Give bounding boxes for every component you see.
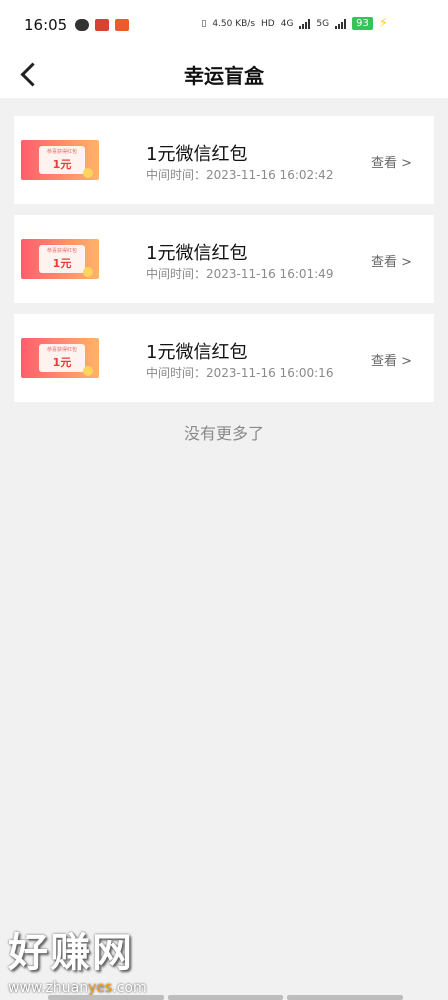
watermark-url: www.zhuanyes.com bbox=[8, 980, 208, 996]
view-link[interactable]: 查看 > bbox=[371, 350, 412, 369]
thumb-caption: 恭喜获得红包 bbox=[46, 347, 77, 353]
prize-name: 1元微信红包 bbox=[146, 144, 248, 165]
prize-time: 中间时间：2023-11-16 16:01:49 bbox=[146, 267, 334, 281]
thumb-amount: 1元 bbox=[52, 158, 72, 171]
signal-5g-icon bbox=[335, 18, 347, 29]
prize-name: 1元微信红包 bbox=[146, 342, 248, 363]
notification-icons bbox=[75, 19, 130, 31]
thumb-caption: 恭喜获得红包 bbox=[46, 149, 77, 155]
gesture-segment bbox=[167, 995, 284, 1000]
watermark-url-left: www.zhuan bbox=[8, 980, 89, 996]
battery-level: 93 bbox=[352, 17, 373, 30]
watermark-url-mid: yes bbox=[88, 980, 113, 996]
watermark-title: 好赚网 bbox=[8, 930, 134, 976]
coin-icon bbox=[83, 366, 93, 376]
thumb-caption: 恭喜获得红包 bbox=[46, 248, 77, 254]
page-title: 幸运盲盒 bbox=[184, 63, 264, 88]
top-nav: 幸运盲盒 bbox=[0, 50, 448, 98]
watermark-url-right: .com bbox=[112, 980, 147, 996]
prize-time: 中间时间：2023-11-16 16:02:42 bbox=[146, 168, 334, 182]
prize-name: 1元微信红包 bbox=[146, 243, 248, 264]
vibrate-icon: ▯ bbox=[201, 18, 207, 29]
watermark: 好赚网 www.zhuanyes.com bbox=[8, 920, 208, 996]
thumb-amount: 1元 bbox=[52, 356, 72, 369]
prize-time: 中间时间：2023-11-16 16:00:16 bbox=[146, 366, 334, 380]
system-indicators: ▯ 4.50 KB/s HD 4G 5G 93 ⚡ bbox=[201, 16, 388, 31]
red-packet-thumbnail: 恭喜获得红包 1元 bbox=[21, 239, 99, 279]
list-item[interactable]: 恭喜获得红包 1元 1元微信红包 中间时间：2023-11-16 16:02:4… bbox=[14, 116, 434, 204]
shop-notification-icon bbox=[115, 19, 130, 31]
signal-4g-icon bbox=[299, 18, 311, 29]
red-packet-thumbnail: 恭喜获得红包 1元 bbox=[21, 338, 99, 378]
view-link[interactable]: 查看 > bbox=[371, 251, 412, 270]
app-notification-icon bbox=[95, 19, 110, 31]
net-5g-label: 5G bbox=[316, 18, 330, 29]
gesture-segment bbox=[48, 995, 164, 1000]
network-speed: 4.50 KB/s bbox=[212, 18, 256, 29]
list-item[interactable]: 恭喜获得红包 1元 1元微信红包 中间时间：2023-11-16 16:01:4… bbox=[14, 215, 434, 303]
view-link[interactable]: 查看 > bbox=[371, 152, 412, 171]
gesture-bar[interactable] bbox=[48, 995, 404, 1000]
list-item[interactable]: 恭喜获得红包 1元 1元微信红包 中间时间：2023-11-16 16:00:1… bbox=[14, 314, 434, 402]
back-icon[interactable] bbox=[16, 56, 46, 92]
chat-icon bbox=[75, 19, 90, 31]
prize-list: 恭喜获得红包 1元 1元微信红包 中间时间：2023-11-16 16:02:4… bbox=[0, 98, 448, 402]
coin-icon bbox=[83, 168, 93, 178]
thumb-amount: 1元 bbox=[52, 257, 72, 270]
status-time: 16:05 bbox=[24, 16, 68, 34]
hd-badge: HD bbox=[261, 18, 275, 29]
red-packet-thumbnail: 恭喜获得红包 1元 bbox=[21, 140, 99, 180]
charging-icon: ⚡ bbox=[378, 16, 388, 31]
no-more-text: 没有更多了 bbox=[183, 424, 264, 443]
status-bar: 16:05 ▯ 4.50 KB/s HD 4G 5G 93 ⚡ bbox=[0, 0, 448, 50]
gesture-segment bbox=[287, 995, 404, 1000]
coin-icon bbox=[83, 267, 93, 277]
net-4g-label: 4G bbox=[280, 18, 294, 29]
